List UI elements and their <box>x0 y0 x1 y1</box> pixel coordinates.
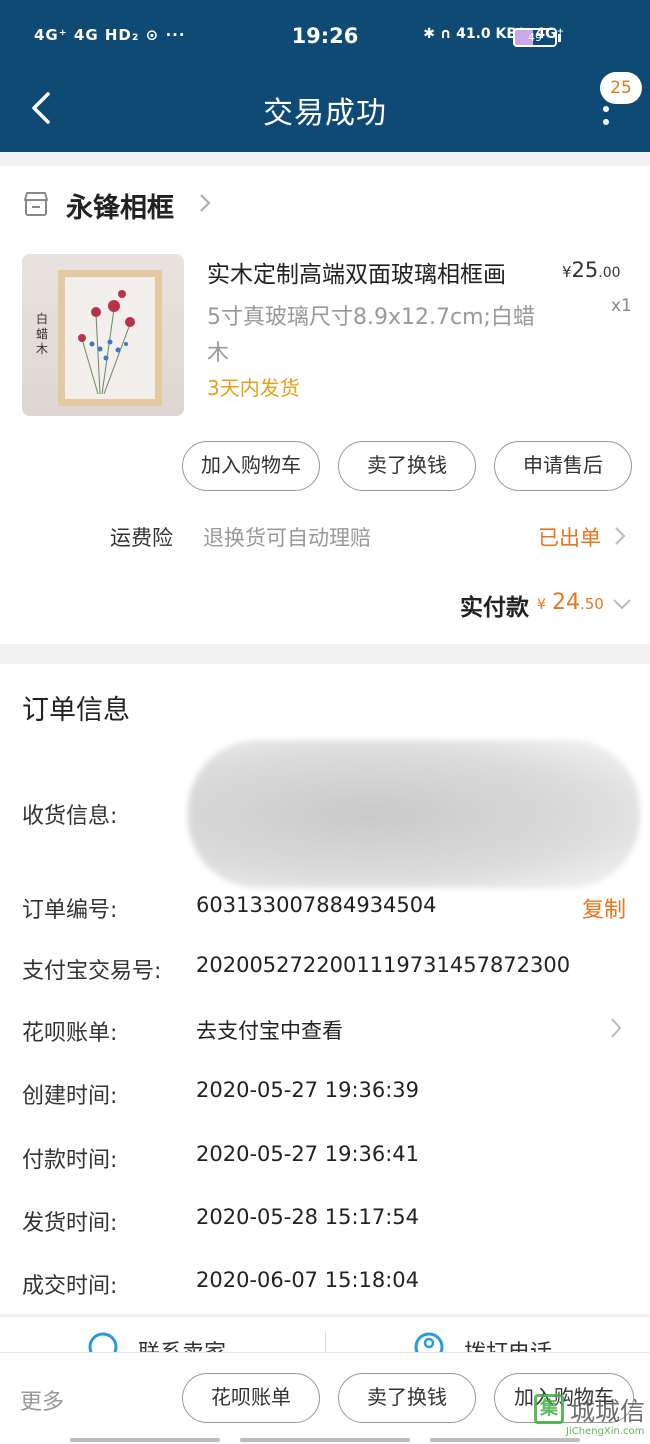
watermark-url: JiChengXin.com <box>566 1426 645 1437</box>
status-bar: 4G⁺ 4G HD₂ ⊙ ··· 19:26 ✱ ∩ 41.0 KB/s 4G⁺… <box>0 0 650 76</box>
watermark-mark: 集 <box>534 1394 564 1424</box>
product-spec: 5寸真玻璃尺寸8.9x12.7cm;白蜡木 <box>207 305 535 366</box>
product-quantity: x1 <box>611 296 632 316</box>
nav-indicator <box>70 1438 220 1442</box>
order-number: 603133007884934504 <box>196 893 437 917</box>
shop-icon <box>24 192 48 216</box>
alipay-number-label: 支付宝交易号: <box>22 959 162 984</box>
chevron-right-icon[interactable] <box>614 526 626 546</box>
phone-icon[interactable] <box>412 1329 446 1352</box>
thumbnail-caption: 白蜡木 <box>36 312 49 356</box>
paid-currency: ¥ <box>537 597 546 613</box>
shipping-insurance-status[interactable]: 已出单 <box>538 522 601 552</box>
contact-row: 联系卖家 拨打电话 <box>0 1316 650 1352</box>
product-title[interactable]: 实木定制高端双面玻璃相框画 <box>207 255 506 289</box>
shop-name[interactable]: 永锋相框 <box>66 186 174 225</box>
closed-time: 2020-06-07 15:18:04 <box>196 1268 420 1292</box>
more-button[interactable]: 更多 <box>20 1384 64 1416</box>
chevron-down-icon[interactable] <box>612 598 632 610</box>
paid-time: 2020-05-27 19:36:41 <box>196 1142 420 1166</box>
nav-indicator <box>240 1438 410 1442</box>
after-sale-button[interactable]: 申请售后 <box>494 441 632 491</box>
closed-time-label: 成交时间: <box>22 1274 118 1299</box>
top-bar: 4G⁺ 4G HD₂ ⊙ ··· 19:26 ✱ ∩ 41.0 KB/s 4G⁺… <box>0 0 650 152</box>
shipped-time: 2020-05-28 15:17:54 <box>196 1205 420 1229</box>
created-time-label: 创建时间: <box>22 1084 118 1109</box>
call-button[interactable]: 拨打电话 <box>464 1335 552 1352</box>
created-time: 2020-05-27 19:36:39 <box>196 1078 420 1102</box>
paid-label: 实付款 <box>460 595 529 621</box>
product-thumbnail[interactable]: 白蜡木 <box>22 254 184 416</box>
copy-button[interactable]: 复制 <box>582 892 626 924</box>
order-number-label: 订单编号: <box>22 898 118 923</box>
shipping-insurance-label: 运费险 <box>110 526 173 550</box>
alipay-number: 2020052722001119731457872300 <box>196 953 571 977</box>
shipping-tag: 3天内发货 <box>207 376 300 400</box>
battery-icon: 49 <box>513 28 561 47</box>
divider <box>325 1331 326 1352</box>
add-to-cart-button[interactable]: 加入购物车 <box>182 441 320 491</box>
message-count-badge[interactable]: 25 <box>600 72 642 104</box>
shipping-insurance-desc: 退换货可自动理赔 <box>203 526 371 550</box>
huabei-label: 花呗账单: <box>22 1021 118 1046</box>
chevron-right-icon[interactable] <box>198 192 212 214</box>
bottom-resell-button[interactable]: 卖了换钱 <box>338 1373 476 1423</box>
watermark-text: 城城信 <box>570 1397 646 1426</box>
huabei-link[interactable]: 去支付宝中查看 <box>196 1015 343 1045</box>
address-redacted-blur <box>188 740 640 888</box>
huabei-bill-button[interactable]: 花呗账单 <box>182 1373 320 1423</box>
paid-time-label: 付款时间: <box>22 1148 118 1173</box>
address-label: 收货信息: <box>22 804 118 829</box>
contact-seller-button[interactable]: 联系卖家 <box>138 1335 226 1352</box>
product-price: ¥25.00 <box>562 258 621 282</box>
chevron-right-icon[interactable] <box>610 1017 622 1039</box>
shipped-time-label: 发货时间: <box>22 1211 118 1236</box>
chat-icon[interactable] <box>86 1329 120 1352</box>
paid-amount: 24.50 <box>552 590 604 615</box>
watermark-logo: 集 城城信 JiChengXin.com <box>530 1392 648 1440</box>
order-info-title: 订单信息 <box>22 695 130 726</box>
resell-button[interactable]: 卖了换钱 <box>338 441 476 491</box>
page-title: 交易成功 <box>263 96 387 131</box>
